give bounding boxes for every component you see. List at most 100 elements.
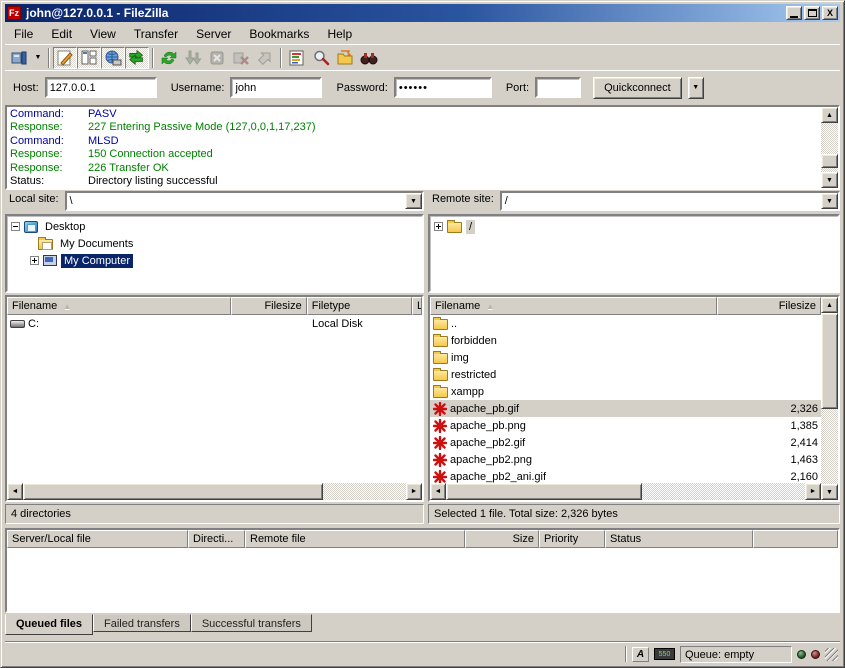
filter-button[interactable]: [285, 47, 309, 69]
column-priority[interactable]: Priority: [539, 530, 605, 548]
collapse-icon[interactable]: [11, 222, 20, 231]
menu-server[interactable]: Server: [187, 25, 240, 43]
maximize-button[interactable]: [804, 6, 820, 20]
transfer-queue-icon: [128, 49, 146, 67]
remote-file-row[interactable]: apache_pb2_ani.gif 2,160: [430, 468, 821, 483]
remote-file-row[interactable]: apache_pb.png 1,385: [430, 417, 821, 434]
tree-item-desktop[interactable]: Desktop: [8, 218, 421, 235]
column-remote-file[interactable]: Remote file: [245, 530, 465, 548]
column-filetype[interactable]: Filetype: [307, 297, 412, 315]
scroll-left-icon[interactable]: ◄: [7, 483, 23, 500]
quickconnect-bar: Host: Username: Password: Port: Quickcon…: [5, 70, 840, 104]
quickconnect-dropdown[interactable]: ▼: [688, 77, 704, 99]
column-filesize[interactable]: Filesize: [717, 297, 821, 315]
local-hscroll-thumb[interactable]: [23, 483, 323, 500]
tab-successful-transfers[interactable]: Successful transfers: [191, 614, 312, 632]
title-bar[interactable]: Fz john@127.0.0.1 - FileZilla X: [5, 4, 840, 22]
remote-file-row[interactable]: restricted: [430, 366, 821, 383]
scroll-left-icon[interactable]: ◄: [430, 483, 446, 500]
port-input[interactable]: [535, 77, 581, 98]
host-input[interactable]: [45, 77, 157, 98]
site-manager-button[interactable]: [7, 47, 31, 69]
column-status[interactable]: Status: [605, 530, 753, 548]
remote-site-dropdown[interactable]: ▼: [821, 193, 838, 209]
disconnect-button[interactable]: [229, 47, 253, 69]
refresh-button[interactable]: [157, 47, 181, 69]
close-button[interactable]: X: [822, 6, 838, 20]
tab-queued-files[interactable]: Queued files: [5, 614, 93, 635]
remote-file-row[interactable]: apache_pb2.gif 2,414: [430, 434, 821, 451]
remote-site-combo[interactable]: / ▼: [500, 191, 840, 211]
remote-scroll-thumb[interactable]: [821, 313, 838, 409]
remote-file-row[interactable]: forbidden: [430, 332, 821, 349]
log-vertical-scrollbar[interactable]: ▲ ▼: [821, 107, 838, 188]
local-site-value[interactable]: \: [67, 193, 405, 209]
expand-icon[interactable]: [30, 256, 39, 265]
remote-file-row[interactable]: img: [430, 349, 821, 366]
local-site-dropdown[interactable]: ▼: [405, 193, 422, 209]
directory-comparison-button[interactable]: [333, 47, 357, 69]
remote-file-row-selected[interactable]: apache_pb.gif 2,326: [430, 400, 821, 417]
cancel-button[interactable]: [205, 47, 229, 69]
toggle-transfer-queue-button[interactable]: [125, 47, 149, 69]
tab-failed-transfers[interactable]: Failed transfers: [93, 614, 191, 632]
expand-icon[interactable]: [434, 222, 443, 231]
tree-item-root[interactable]: /: [431, 218, 837, 235]
remote-tree-icon: [104, 49, 122, 67]
file-search-button[interactable]: [309, 47, 333, 69]
remote-file-row[interactable]: apache_pb2.png 1,463: [430, 451, 821, 468]
username-input[interactable]: [230, 77, 322, 98]
toggle-message-log-button[interactable]: [53, 47, 77, 69]
remote-file-row[interactable]: ..: [430, 315, 821, 332]
column-filename[interactable]: Filename▲: [430, 297, 717, 315]
column-filename[interactable]: Filename▲: [7, 297, 231, 315]
menu-file[interactable]: File: [5, 25, 42, 43]
menu-help[interactable]: Help: [318, 25, 361, 43]
image-file-icon: [433, 419, 447, 433]
send-activity-led-icon: [797, 650, 806, 659]
data-type-indicator[interactable]: A: [632, 647, 649, 662]
tree-item-my-documents[interactable]: My Documents: [8, 235, 421, 252]
column-last-modified[interactable]: L: [412, 297, 422, 315]
tree-item-my-computer[interactable]: My Computer: [8, 252, 421, 269]
toggle-remote-tree-button[interactable]: [101, 47, 125, 69]
menu-edit[interactable]: Edit: [42, 25, 81, 43]
local-list-header: Filename▲ Filesize Filetype L: [7, 297, 422, 315]
toggle-local-tree-button[interactable]: [77, 47, 101, 69]
scroll-up-icon[interactable]: ▲: [821, 107, 838, 123]
site-manager-dropdown[interactable]: ▼: [31, 47, 45, 69]
column-server-local-file[interactable]: Server/Local file: [7, 530, 188, 548]
log-scroll-thumb[interactable]: [821, 154, 838, 168]
sort-asc-icon: ▲: [63, 302, 71, 311]
column-size[interactable]: Size: [465, 530, 539, 548]
image-file-icon: [433, 436, 447, 450]
column-filesize[interactable]: Filesize: [231, 297, 306, 315]
speed-limit-indicator[interactable]: 550: [654, 648, 675, 660]
scroll-down-icon[interactable]: ▼: [821, 172, 838, 188]
menu-bookmarks[interactable]: Bookmarks: [240, 25, 318, 43]
remote-hscroll-thumb[interactable]: [446, 483, 642, 500]
local-site-combo[interactable]: \ ▼: [65, 191, 424, 211]
scroll-right-icon[interactable]: ►: [406, 483, 422, 500]
local-file-row[interactable]: C: Local Disk: [7, 315, 422, 332]
scroll-right-icon[interactable]: ►: [805, 483, 821, 500]
process-queue-button[interactable]: [181, 47, 205, 69]
remote-vertical-scrollbar[interactable]: ▲ ▼: [821, 297, 838, 500]
synchronized-browsing-button[interactable]: [357, 47, 381, 69]
reconnect-button[interactable]: [253, 47, 277, 69]
minimize-button[interactable]: [786, 6, 802, 20]
menu-view[interactable]: View: [81, 25, 125, 43]
menu-transfer[interactable]: Transfer: [125, 25, 187, 43]
scroll-up-icon[interactable]: ▲: [821, 297, 838, 313]
scroll-down-icon[interactable]: ▼: [821, 484, 838, 500]
quickconnect-button[interactable]: Quickconnect: [593, 77, 682, 99]
resize-grip[interactable]: [825, 648, 838, 661]
password-input[interactable]: [394, 77, 492, 98]
column-direction[interactable]: Directi...: [188, 530, 245, 548]
cancel-icon: [208, 49, 226, 67]
local-horizontal-scrollbar[interactable]: ◄ ►: [7, 483, 422, 500]
file-panes: Local site: \ ▼ Desktop My Documents: [5, 191, 840, 525]
remote-site-value[interactable]: /: [502, 193, 821, 209]
remote-horizontal-scrollbar[interactable]: ◄ ►: [430, 483, 821, 500]
remote-file-row[interactable]: xampp: [430, 383, 821, 400]
